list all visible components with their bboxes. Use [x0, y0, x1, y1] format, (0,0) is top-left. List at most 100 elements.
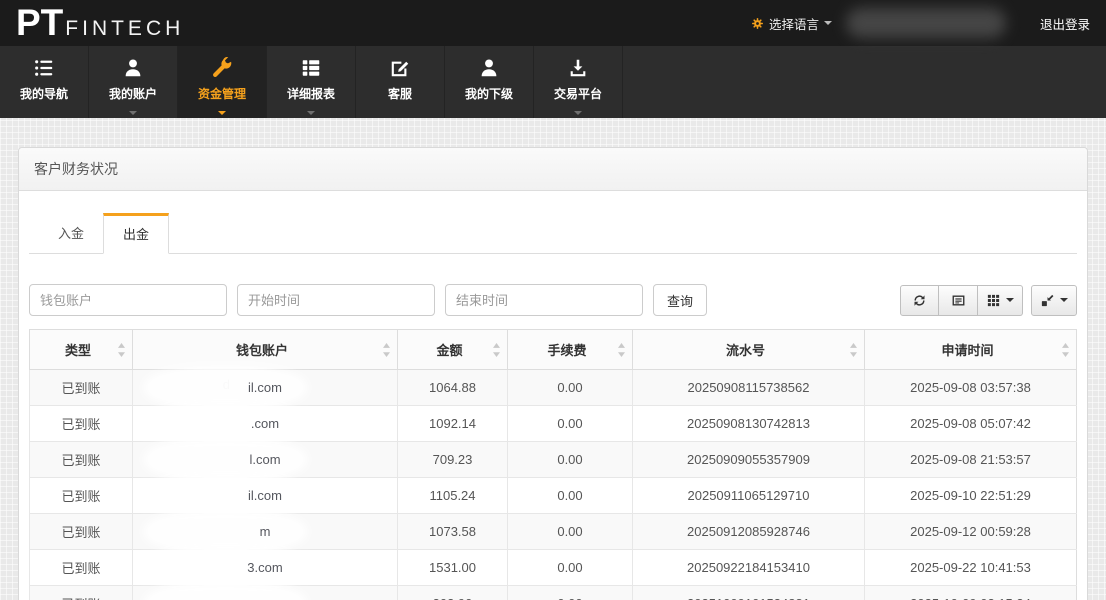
time-cell: 2025-09-08 05:07:42 — [865, 406, 1077, 442]
table-row: 已到账 il.com 1105.24 0.00 2025091106512971… — [30, 478, 1077, 514]
chevron-down-icon — [307, 111, 315, 115]
fee-cell: 0.00 — [508, 586, 633, 600]
status-badge: 已到账 — [30, 586, 133, 600]
withdrawals-table: 类型 钱包账户 金额 手续费 流水号 申请时间 已到账 dil.com 1064… — [29, 329, 1077, 600]
nav-label: 我的导航 — [20, 85, 68, 102]
language-selector[interactable]: 选择语言 — [751, 14, 832, 33]
fee-cell: 0.00 — [508, 550, 633, 586]
serial-cell: 20250912085928746 — [633, 514, 865, 550]
redaction-smudge — [144, 582, 308, 600]
status-badge: 已到账 — [30, 406, 133, 442]
nav-item-detailed-reports[interactable]: 详细报表 — [267, 46, 356, 118]
serial-cell: 20250911065129710 — [633, 478, 865, 514]
fee-cell: 0.00 — [508, 442, 633, 478]
serial-cell: 20250922184153410 — [633, 550, 865, 586]
fee-cell: 0.00 — [508, 370, 633, 406]
chevron-down-icon — [1006, 298, 1014, 302]
tab-withdrawal[interactable]: 出金 — [103, 213, 169, 254]
list-icon — [33, 57, 55, 79]
column-header-wallet[interactable]: 钱包账户 — [133, 330, 398, 370]
time-cell: 2025-09-10 22:51:29 — [865, 478, 1077, 514]
logout-link[interactable]: 退出登录 — [1040, 14, 1090, 33]
status-badge: 已到账 — [30, 514, 133, 550]
start-time-input[interactable] — [237, 284, 435, 316]
chevron-down-icon — [218, 111, 226, 115]
table-row: 已到账 dil.com 1064.88 0.00 202509081157385… — [30, 370, 1077, 406]
wallet-cell: l.com — [133, 442, 398, 478]
column-header-request-time[interactable]: 申请时间 — [865, 330, 1077, 370]
refresh-button[interactable] — [900, 285, 939, 316]
status-badge: 已到账 — [30, 442, 133, 478]
language-label: 选择语言 — [769, 14, 819, 33]
tab-bar: 入金 出金 — [29, 213, 1077, 254]
nav-label: 客服 — [388, 85, 412, 102]
header-right: 选择语言 退出登录 — [751, 8, 1090, 38]
columns-button[interactable] — [978, 285, 1023, 316]
nav-item-customer-service[interactable]: 客服 — [356, 46, 445, 118]
table-row: 已到账 l.com 709.23 0.00 20250909055357909 … — [30, 442, 1077, 478]
export-button[interactable] — [1031, 285, 1077, 316]
serial-cell: 20250908115738562 — [633, 370, 865, 406]
status-badge: 已到账 — [30, 370, 133, 406]
main-content: 客户财务状况 入金 出金 查询 — [0, 147, 1106, 600]
nav-label: 详细报表 — [287, 85, 335, 102]
edit-icon — [389, 57, 411, 79]
report-list-icon — [300, 57, 322, 79]
amount-cell: 1092.14 — [398, 406, 508, 442]
column-header-fee[interactable]: 手续费 — [508, 330, 633, 370]
detail-view-icon — [951, 293, 966, 308]
fee-cell: 0.00 — [508, 514, 633, 550]
table-row: 已到账 3.com 1531.00 0.00 20250922184153410… — [30, 550, 1077, 586]
time-cell: 2025-10-09 02:15:34 — [865, 586, 1077, 600]
top-header: PT FINTECH 选择语言 退出登录 — [0, 0, 1106, 46]
wallet-cell: .com — [133, 406, 398, 442]
serial-cell: 20250909055357909 — [633, 442, 865, 478]
column-header-type[interactable]: 类型 — [30, 330, 133, 370]
wallet-cell: 3.com — [133, 550, 398, 586]
table-header-row: 类型 钱包账户 金额 手续费 流水号 申请时间 — [30, 330, 1077, 370]
time-cell: 2025-09-22 10:41:53 — [865, 550, 1077, 586]
filter-row: 查询 — [29, 284, 1077, 316]
table-row: 已到账 .om 303.90 0.00 20251009101534881 20… — [30, 586, 1077, 600]
amount-cell: 1064.88 — [398, 370, 508, 406]
user-icon — [122, 57, 144, 79]
nav-item-trading-platform[interactable]: 交易平台 — [534, 46, 623, 118]
nav-label: 资金管理 — [198, 85, 246, 102]
fee-cell: 0.00 — [508, 478, 633, 514]
sort-icon — [849, 343, 858, 360]
download-icon — [567, 57, 589, 79]
column-header-amount[interactable]: 金额 — [398, 330, 508, 370]
sort-icon — [1061, 343, 1070, 360]
logo-primary: PT — [16, 1, 63, 45]
search-button[interactable]: 查询 — [653, 284, 707, 316]
end-time-input[interactable] — [445, 284, 643, 316]
column-header-serial[interactable]: 流水号 — [633, 330, 865, 370]
sort-icon — [617, 343, 626, 360]
gear-icon — [751, 17, 764, 30]
tab-deposit[interactable]: 入金 — [39, 213, 103, 253]
wallet-account-input[interactable] — [29, 284, 227, 316]
amount-cell: 1531.00 — [398, 550, 508, 586]
nav-item-my-navigation[interactable]: 我的导航 — [0, 46, 89, 118]
nav-item-my-account[interactable]: 我的账户 — [89, 46, 178, 118]
time-cell: 2025-09-08 03:57:38 — [865, 370, 1077, 406]
export-icon — [1040, 293, 1055, 308]
amount-cell: 1073.58 — [398, 514, 508, 550]
status-badge: 已到账 — [30, 550, 133, 586]
table-row: 已到账 .com 1092.14 0.00 20250908130742813 … — [30, 406, 1077, 442]
nav-item-my-subordinates[interactable]: 我的下级 — [445, 46, 534, 118]
serial-cell: 20251009101534881 — [633, 586, 865, 600]
fee-cell: 0.00 — [508, 406, 633, 442]
wallet-cell: il.com — [133, 478, 398, 514]
main-nav: 我的导航 我的账户 资金管理 详细报表 客服 我的下级 — [0, 46, 1106, 118]
nav-label: 我的下级 — [465, 85, 513, 102]
time-cell: 2025-09-08 21:53:57 — [865, 442, 1077, 478]
time-cell: 2025-09-12 00:59:28 — [865, 514, 1077, 550]
toggle-view-button[interactable] — [939, 285, 978, 316]
page-title: 客户财务状况 — [19, 148, 1087, 191]
nav-label: 交易平台 — [554, 85, 602, 102]
columns-grid-icon — [986, 293, 1001, 308]
nav-item-funds-management[interactable]: 资金管理 — [178, 46, 267, 118]
amount-cell: 709.23 — [398, 442, 508, 478]
wrench-icon — [211, 57, 233, 79]
